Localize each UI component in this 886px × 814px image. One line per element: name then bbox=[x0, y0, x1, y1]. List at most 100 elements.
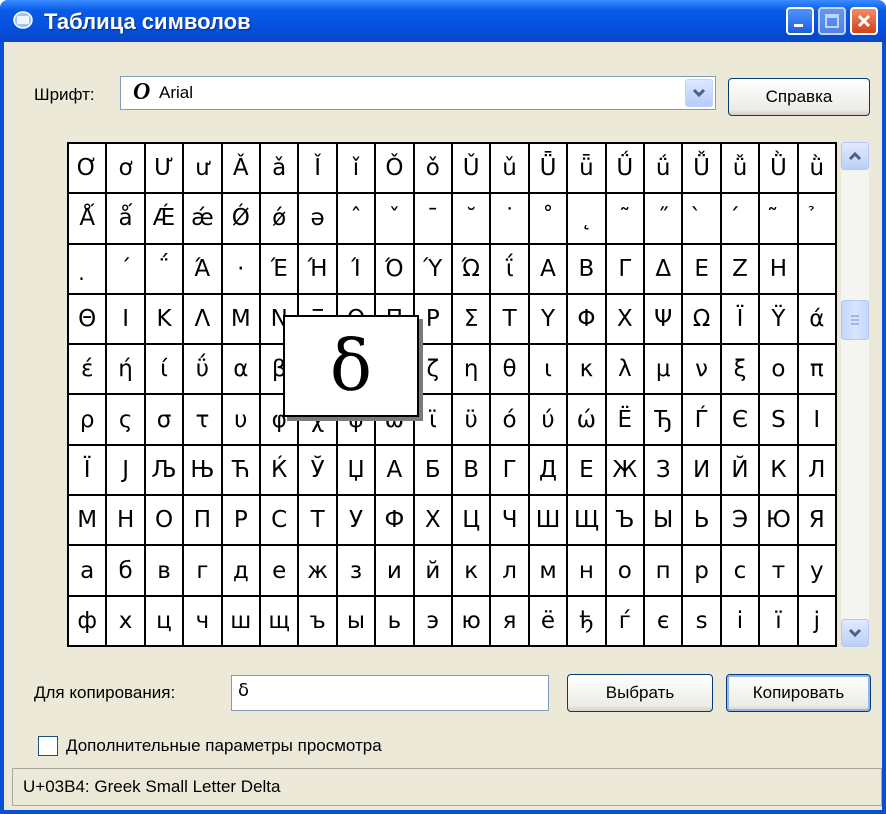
char-cell[interactable]: К bbox=[760, 445, 799, 497]
char-cell[interactable]: ̀ bbox=[683, 194, 722, 245]
char-cell[interactable]: Ǎ bbox=[222, 144, 261, 195]
char-cell[interactable]: Ǻ bbox=[69, 194, 108, 245]
char-cell[interactable]: Ǜ bbox=[760, 144, 799, 195]
char-cell[interactable]: ơ bbox=[107, 144, 146, 195]
char-cell[interactable]: Т bbox=[299, 496, 338, 547]
char-cell[interactable]: ј bbox=[798, 596, 837, 647]
char-cell[interactable]: υ bbox=[222, 395, 261, 446]
char-cell[interactable]: ѕ bbox=[683, 596, 722, 647]
scroll-up-button[interactable] bbox=[841, 142, 869, 170]
char-cell[interactable]: Ε bbox=[683, 244, 722, 295]
char-cell[interactable]: ф bbox=[69, 596, 108, 647]
close-button[interactable] bbox=[850, 7, 878, 35]
char-cell[interactable]: Ч bbox=[491, 496, 530, 547]
char-cell[interactable]: λ bbox=[606, 345, 645, 396]
char-cell[interactable]: Ϋ bbox=[760, 294, 799, 346]
char-cell[interactable]: Ǔ bbox=[453, 144, 492, 195]
char-cell[interactable]: Ю bbox=[760, 496, 799, 547]
char-cell[interactable]: Ї bbox=[69, 445, 108, 497]
char-cell[interactable]: ъ bbox=[299, 596, 338, 647]
char-cell[interactable]: О bbox=[145, 496, 185, 547]
char-cell[interactable]: Э bbox=[721, 496, 761, 547]
char-cell[interactable]: Ј bbox=[107, 445, 146, 497]
char-cell[interactable]: Ǐ bbox=[299, 144, 338, 195]
char-cell[interactable]: Є bbox=[721, 395, 761, 446]
char-cell[interactable]: ǿ bbox=[261, 194, 300, 245]
char-cell[interactable]: κ bbox=[568, 345, 607, 396]
char-cell[interactable]: Ы bbox=[645, 496, 684, 547]
char-cell[interactable]: ϊ bbox=[414, 395, 453, 446]
char-cell[interactable]: Б bbox=[414, 445, 453, 497]
char-cell[interactable]: ї bbox=[760, 596, 799, 647]
char-cell[interactable]: θ bbox=[491, 345, 530, 396]
char-cell[interactable]: б bbox=[107, 546, 146, 597]
char-cell[interactable]: Α bbox=[529, 244, 569, 295]
char-cell[interactable]: ш bbox=[222, 596, 261, 647]
char-cell[interactable]: э bbox=[414, 596, 453, 647]
char-cell[interactable]: Ь bbox=[683, 496, 722, 547]
char-cell[interactable]: І bbox=[798, 395, 837, 446]
char-cell[interactable]: Θ bbox=[69, 294, 108, 346]
char-cell[interactable]: Љ bbox=[145, 445, 185, 497]
char-cell[interactable]: ζ bbox=[414, 345, 453, 396]
char-cell[interactable]: и bbox=[376, 546, 415, 597]
char-cell[interactable]: ̣ bbox=[69, 244, 108, 295]
char-cell[interactable]: ύ bbox=[529, 395, 569, 446]
char-cell[interactable]: П bbox=[184, 496, 223, 547]
char-cell[interactable]: Ǚ bbox=[683, 144, 722, 195]
char-cell[interactable]: Γ bbox=[606, 244, 645, 295]
char-cell[interactable]: ς bbox=[107, 395, 146, 446]
char-cell[interactable]: ˉ bbox=[414, 194, 453, 245]
char-cell[interactable]: Њ bbox=[184, 445, 223, 497]
char-cell[interactable]: ό bbox=[491, 395, 530, 446]
char-cell[interactable]: α bbox=[222, 345, 261, 396]
char-cell[interactable]: ρ bbox=[69, 395, 108, 446]
char-cell[interactable]: Е bbox=[568, 445, 607, 497]
char-cell[interactable]: В bbox=[453, 445, 492, 497]
char-cell[interactable]: щ bbox=[261, 596, 300, 647]
char-cell[interactable]: ч bbox=[184, 596, 223, 647]
char-cell[interactable]: Ф bbox=[376, 496, 415, 547]
char-cell[interactable]: Ϊ bbox=[721, 294, 761, 346]
char-cell[interactable]: в bbox=[145, 546, 185, 597]
char-cell[interactable]: σ bbox=[145, 395, 185, 446]
char-cell[interactable]: н bbox=[568, 546, 607, 597]
char-cell[interactable]: Ж bbox=[606, 445, 645, 497]
grid-scrollbar[interactable] bbox=[841, 142, 869, 647]
char-cell[interactable]: я bbox=[491, 596, 530, 647]
char-cell[interactable]: г bbox=[184, 546, 223, 597]
char-cell[interactable] bbox=[798, 244, 837, 295]
char-cell[interactable]: Ё bbox=[606, 395, 645, 446]
char-cell[interactable]: ν bbox=[683, 345, 722, 396]
minimize-button[interactable] bbox=[786, 7, 814, 35]
char-cell[interactable]: ΐ bbox=[491, 244, 530, 295]
char-cell[interactable]: ή bbox=[107, 345, 146, 396]
char-cell[interactable]: і bbox=[721, 596, 761, 647]
char-cell[interactable]: ̉ bbox=[798, 194, 837, 245]
copy-button[interactable]: Копировать bbox=[726, 674, 871, 712]
title-bar[interactable]: Таблица символов bbox=[0, 0, 886, 42]
char-cell[interactable]: ǔ bbox=[491, 144, 530, 195]
char-cell[interactable]: Ψ bbox=[645, 294, 684, 346]
char-cell[interactable]: С bbox=[261, 496, 300, 547]
char-cell[interactable]: π bbox=[798, 345, 837, 396]
char-cell[interactable]: ц bbox=[145, 596, 185, 647]
char-cell[interactable]: Ά bbox=[184, 244, 223, 295]
char-cell[interactable]: Х bbox=[414, 496, 453, 547]
char-cell[interactable]: η bbox=[453, 345, 492, 396]
char-cell[interactable]: е bbox=[261, 546, 300, 597]
char-cell[interactable]: Ǘ bbox=[606, 144, 645, 195]
char-cell[interactable]: έ bbox=[69, 345, 108, 396]
help-button[interactable]: Справка bbox=[728, 78, 870, 116]
char-cell[interactable]: Ǒ bbox=[376, 144, 415, 195]
char-cell[interactable]: ˘ bbox=[453, 194, 492, 245]
char-cell[interactable]: Ơ bbox=[69, 144, 108, 195]
maximize-button[interactable] bbox=[818, 7, 846, 35]
char-cell[interactable]: Λ bbox=[184, 294, 223, 346]
char-cell[interactable]: ˚ bbox=[529, 194, 569, 245]
char-cell[interactable]: х bbox=[107, 596, 146, 647]
char-cell[interactable]: ǚ bbox=[721, 144, 761, 195]
char-cell[interactable]: ι bbox=[529, 345, 569, 396]
char-cell[interactable]: ˜ bbox=[606, 194, 645, 245]
char-cell[interactable]: ́ bbox=[721, 194, 761, 245]
